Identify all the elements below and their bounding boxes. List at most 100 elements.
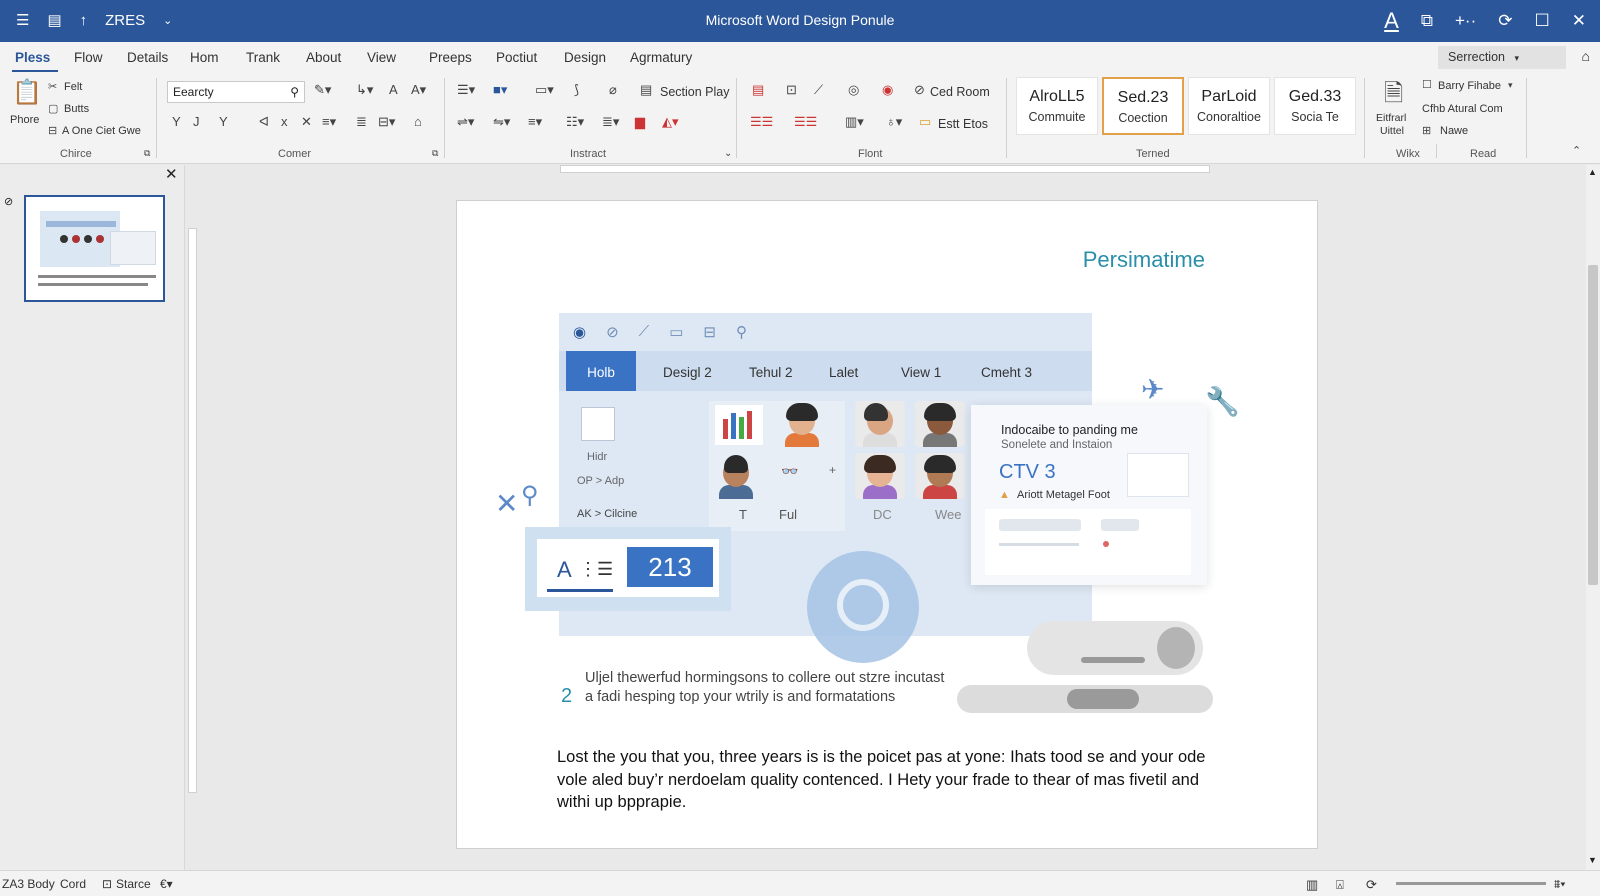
list-icon[interactable]: ⇌▾ — [457, 114, 474, 130]
felt-icon[interactable]: ✂ — [48, 80, 57, 93]
share-icon[interactable]: ⧉ — [1421, 11, 1433, 31]
bold-icon[interactable]: Y — [172, 114, 181, 129]
tab-hom[interactable]: Hom — [190, 50, 219, 65]
flont-f-icon[interactable]: ☰☰ — [750, 114, 773, 130]
scroll-down-icon[interactable]: ▼ — [1588, 855, 1597, 865]
zoom-slider[interactable] — [1396, 882, 1546, 885]
pilcrow-icon[interactable]: ⟆ — [574, 82, 579, 98]
tab-poctiut[interactable]: Poctiut — [496, 50, 537, 65]
outline-icon[interactable]: ≣▾ — [602, 114, 619, 130]
barry-checkbox-icon[interactable]: ☐ — [1422, 78, 1432, 91]
horizontal-ruler[interactable] — [560, 165, 1210, 173]
collapse-chevron-icon[interactable]: ⌃ — [1572, 144, 1581, 157]
style-item-1[interactable]: AlroLL5 Commuite — [1016, 77, 1098, 135]
led-room-icon[interactable]: ⊘ — [914, 82, 925, 98]
close-panel-icon[interactable]: ✕ — [165, 165, 178, 183]
scroll-up-icon[interactable]: ▲ — [1588, 167, 1597, 177]
section-icon[interactable]: ▤ — [640, 82, 652, 98]
flont-b-icon[interactable]: ⊡ — [786, 82, 797, 98]
tab-details[interactable]: Details — [127, 50, 168, 65]
clipboard-icon[interactable]: 📋 — [12, 78, 42, 107]
style-item-2-selected[interactable]: Sed.23 Coection — [1102, 77, 1184, 135]
underline-icon[interactable]: Y — [219, 114, 228, 129]
vertical-scrollbar[interactable]: ▲ ▼ — [1586, 165, 1600, 870]
estt-icon[interactable]: ▭ — [919, 114, 931, 130]
nawe-icon[interactable]: ⊞ — [1422, 124, 1431, 137]
barry-button[interactable]: Barry Fihabe — [1438, 80, 1501, 92]
font-a-icon[interactable]: A — [1384, 8, 1399, 34]
close-window-icon[interactable]: ✕ — [1572, 11, 1586, 31]
read-mode-icon[interactable]: ▥ — [1306, 877, 1318, 893]
instract-expand-icon[interactable]: ⌄ — [724, 148, 732, 159]
tab-design[interactable]: Design — [564, 50, 606, 65]
tab-view[interactable]: View — [367, 50, 396, 65]
web-layout-icon[interactable]: ⟳ — [1366, 877, 1377, 893]
add-icon[interactable]: +·· — [1455, 11, 1476, 31]
style-item-3[interactable]: ParLoid Conoraltioe — [1188, 77, 1270, 135]
justify-icon[interactable]: ≡▾ — [528, 114, 542, 130]
estt-button[interactable]: Estt Etos — [938, 117, 988, 131]
maximize-icon[interactable]: ☐ — [1535, 11, 1550, 31]
eraser-icon[interactable]: ⌀ — [609, 82, 617, 98]
eitfrarl-button[interactable]: Eitfrarl — [1376, 112, 1406, 124]
indent-icon[interactable]: ⊟▾ — [378, 114, 395, 130]
sort-icon[interactable]: ⇋▾ — [493, 114, 510, 130]
one-ciet-button[interactable]: A One Ciet Gwe — [62, 125, 141, 137]
borders-icon[interactable]: ▭▾ — [535, 82, 554, 98]
home-format-icon[interactable]: ⌂ — [414, 114, 422, 129]
one-ciet-icon[interactable]: ⊟ — [48, 124, 57, 137]
vertical-ruler[interactable] — [188, 228, 197, 793]
phore-label[interactable]: Phore — [10, 114, 39, 126]
document-page[interactable]: Persimatime ◉ ⊘ ⟋ ▭ ⊟ ⚲ Holb Desigl 2 Te… — [456, 200, 1318, 849]
tab-flow[interactable]: Flow — [74, 50, 103, 65]
italic-icon[interactable]: J — [193, 114, 200, 129]
font-name-input[interactable]: Eearcty ⚲ — [167, 81, 305, 103]
chirce-launcher-icon[interactable]: ⧉ — [144, 148, 150, 159]
help-icon[interactable]: ⟳ — [1498, 11, 1512, 31]
uittel-button[interactable]: Uittel — [1380, 125, 1404, 137]
style-item-4[interactable]: Ged.33 Socia Te — [1274, 77, 1356, 135]
page-thumbnail[interactable] — [24, 195, 165, 302]
document-icon[interactable]: 🗎 — [1384, 76, 1403, 117]
flont-chart-icon[interactable]: ▥▾ — [845, 114, 864, 130]
fill-color-icon[interactable]: ▆ — [635, 114, 645, 130]
flont-g-icon[interactable]: ☰☰ — [794, 114, 817, 130]
line-spacing-icon[interactable]: ↳▾ — [356, 82, 373, 98]
status-starce[interactable]: Starce — [116, 877, 151, 891]
paragraph-icon[interactable]: ≣ — [356, 114, 367, 130]
status-body[interactable]: ZA3 Body — [2, 877, 55, 891]
barry-dropdown-icon[interactable]: ▾ — [1508, 80, 1513, 91]
nawe-button[interactable]: Nawe — [1440, 125, 1468, 137]
superscript-icon[interactable]: x — [281, 114, 288, 129]
text-a-icon[interactable]: A — [389, 82, 398, 97]
align-icon[interactable]: ≡▾ — [322, 114, 336, 130]
felt-button[interactable]: Felt — [64, 81, 82, 93]
bullets-icon[interactable]: ☰▾ — [457, 82, 475, 98]
language-icon[interactable]: €▾ — [160, 877, 173, 891]
flont-e-icon[interactable]: ◉ — [882, 82, 893, 98]
paint-bucket-icon[interactable]: ◭▾ — [662, 114, 679, 130]
flont-a-icon[interactable]: ▤ — [752, 82, 764, 98]
scrollbar-thumb[interactable] — [1588, 265, 1598, 585]
subscript-icon[interactable]: ᐊ — [259, 114, 269, 130]
flont-d-icon[interactable]: ◎ — [848, 82, 859, 98]
comer-launcher-icon[interactable]: ⧉ — [432, 148, 438, 159]
print-layout-icon[interactable]: ⍓ — [1336, 877, 1344, 893]
cfhb-button[interactable]: Cfhb Atural Com — [1422, 103, 1503, 115]
font-color-icon[interactable]: A▾ — [411, 82, 426, 98]
section-play-button[interactable]: Section Play — [660, 85, 729, 99]
tab-agrmatury[interactable]: Agrmatury — [630, 50, 692, 65]
flont-h-icon[interactable]: ♁▾ — [886, 114, 902, 130]
collapse-ribbon-icon[interactable]: ⌂ — [1582, 48, 1590, 64]
butts-button[interactable]: Butts — [64, 103, 89, 115]
tab-about[interactable]: About — [306, 50, 341, 65]
tab-preeps[interactable]: Preeps — [429, 50, 472, 65]
numbering-icon[interactable]: ☷▾ — [566, 114, 584, 130]
highlight-icon[interactable]: ✎▾ — [314, 82, 331, 98]
status-cord[interactable]: Cord — [60, 877, 86, 891]
flont-c-icon[interactable]: ⟋ — [814, 82, 823, 98]
search-box[interactable]: Serrection ▾ — [1438, 46, 1566, 69]
shading-icon[interactable]: ■▾ — [493, 82, 507, 98]
page-icon[interactable]: ⊘ — [4, 195, 13, 208]
led-room-button[interactable]: Ced Room — [930, 85, 990, 99]
